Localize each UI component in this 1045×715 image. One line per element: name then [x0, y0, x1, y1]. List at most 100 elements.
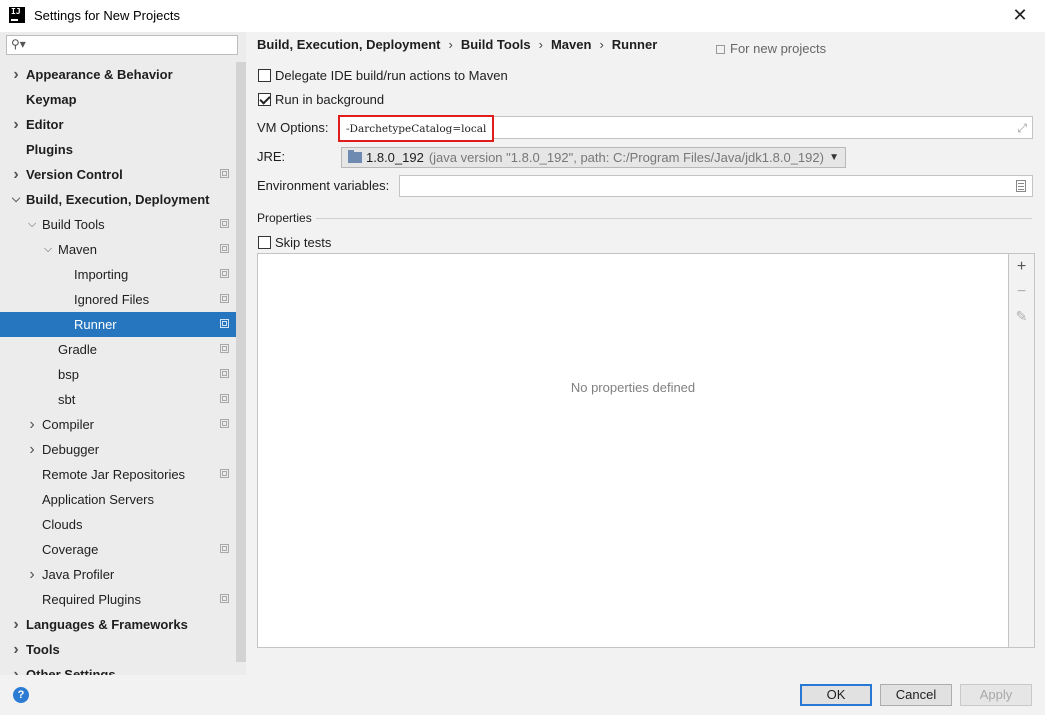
- jre-detail: (java version "1.8.0_192", path: C:/Prog…: [428, 150, 824, 165]
- properties-section-title: Properties: [257, 211, 312, 225]
- add-icon[interactable]: +: [1009, 258, 1034, 276]
- sidebar-item-editor[interactable]: › Editor: [0, 112, 236, 137]
- apply-button[interactable]: Apply: [960, 684, 1032, 706]
- document-icon[interactable]: [1016, 180, 1026, 192]
- chevron-right-icon[interactable]: ›: [10, 162, 22, 187]
- sidebar-item-label: Appearance & Behavior: [26, 67, 173, 82]
- sidebar-item-runner[interactable]: Runner: [0, 312, 236, 337]
- sidebar-item-debugger[interactable]: › Debugger: [0, 437, 236, 462]
- sidebar-item-application-servers[interactable]: Application Servers: [0, 487, 236, 512]
- sidebar-item-java-profiler[interactable]: › Java Profiler: [0, 562, 236, 587]
- search-input[interactable]: ⚲▾: [6, 35, 238, 55]
- sidebar-item-label: Build, Execution, Deployment: [26, 192, 210, 207]
- sidebar-item-label: Gradle: [58, 342, 98, 357]
- sidebar-item-label: Tools: [26, 642, 60, 657]
- skip-tests-label: Skip tests: [275, 235, 332, 250]
- sidebar-item-maven[interactable]: ⌵ Maven: [0, 237, 236, 262]
- chevron-down-icon[interactable]: ⌵: [10, 187, 22, 212]
- sidebar-item-sbt[interactable]: sbt: [0, 387, 236, 412]
- sidebar-item-gradle[interactable]: Gradle: [0, 337, 236, 362]
- chevron-down-icon[interactable]: ⌵: [26, 212, 38, 237]
- chevron-right-icon[interactable]: ›: [10, 112, 22, 137]
- chevron-down-icon[interactable]: ⌵: [42, 237, 54, 262]
- chevron-right-icon[interactable]: ›: [26, 562, 38, 587]
- sidebar-item-label: Other Settings: [26, 667, 116, 675]
- sidebar-item-version-control[interactable]: › Version Control: [0, 162, 236, 187]
- chevron-right-icon[interactable]: ›: [10, 662, 22, 675]
- scope-note: For new projects: [716, 41, 826, 56]
- sidebar-item-clouds[interactable]: Clouds: [0, 512, 236, 537]
- env-vars-field[interactable]: [399, 175, 1033, 197]
- cancel-button[interactable]: Cancel: [880, 684, 952, 706]
- sidebar-item-label: Coverage: [42, 542, 99, 557]
- dialog-footer: ? OK Cancel Apply: [0, 675, 1045, 715]
- close-icon[interactable]: ✕: [1011, 5, 1029, 25]
- run-background-checkbox[interactable]: [258, 93, 271, 106]
- ok-button[interactable]: OK: [800, 684, 872, 706]
- chevron-right-icon[interactable]: ›: [10, 62, 22, 87]
- settings-panel: Build, Execution, Deployment › Build Tools…: [246, 32, 1045, 675]
- sidebar-item-label: Required Plugins: [42, 592, 142, 607]
- chevron-right-icon: ›: [448, 37, 453, 52]
- sidebar-item-languages-frameworks[interactable]: › Languages & Frameworks: [0, 612, 236, 637]
- sidebar-item-build-execution-deployment[interactable]: ⌵ Build, Execution, Deployment: [0, 187, 236, 212]
- chevron-right-icon[interactable]: ›: [10, 612, 22, 637]
- folder-icon: [348, 150, 362, 163]
- project-settings-icon: [220, 594, 229, 603]
- title-bar: IJ Settings for New Projects ✕: [0, 0, 1045, 32]
- sidebar-item-bsp[interactable]: bsp: [0, 362, 236, 387]
- intellij-logo-icon: IJ: [9, 7, 25, 23]
- skip-tests-checkbox[interactable]: [258, 236, 271, 249]
- sidebar-item-label: Debugger: [42, 442, 100, 457]
- project-settings-icon: [220, 219, 229, 228]
- sidebar-item-ignored-files[interactable]: Ignored Files: [0, 287, 236, 312]
- sidebar-item-remote-jar-repositories[interactable]: Remote Jar Repositories: [0, 462, 236, 487]
- sidebar-item-label: Keymap: [26, 92, 77, 107]
- sidebar-item-build-tools[interactable]: ⌵ Build Tools: [0, 212, 236, 237]
- edit-pencil-icon[interactable]: ✎: [1009, 308, 1034, 325]
- sidebar-item-other-settings[interactable]: › Other Settings: [0, 662, 236, 675]
- sidebar-item-coverage[interactable]: Coverage: [0, 537, 236, 562]
- properties-toolbar: + − ✎: [1009, 253, 1035, 648]
- sidebar-item-label: Editor: [26, 117, 64, 132]
- sidebar-item-keymap[interactable]: Keymap: [0, 87, 236, 112]
- sidebar-item-compiler[interactable]: › Compiler: [0, 412, 236, 437]
- sidebar-item-tools[interactable]: › Tools: [0, 637, 236, 662]
- chevron-right-icon[interactable]: ›: [26, 437, 38, 462]
- chevron-right-icon: ›: [599, 37, 604, 52]
- breadcrumb-item: Build Tools: [460, 37, 531, 52]
- jre-dropdown[interactable]: 1.8.0_192 (java version "1.8.0_192", path…: [341, 147, 846, 168]
- sidebar-item-label: Java Profiler: [42, 567, 115, 582]
- project-settings-icon: [220, 269, 229, 278]
- sidebar-item-label: Plugins: [26, 142, 73, 157]
- env-vars-label: Environment variables:: [257, 178, 390, 193]
- properties-table[interactable]: No properties defined: [257, 253, 1009, 648]
- project-settings-icon: [220, 469, 229, 478]
- vm-options-label: VM Options:: [257, 120, 329, 135]
- sidebar-item-plugins[interactable]: Plugins: [0, 137, 236, 162]
- chevron-right-icon[interactable]: ›: [10, 637, 22, 662]
- chevron-right-icon[interactable]: ›: [26, 412, 38, 437]
- sidebar-scrollbar[interactable]: [236, 62, 246, 662]
- window-title: Settings for New Projects: [34, 8, 180, 23]
- breadcrumb-item: Maven: [550, 37, 592, 52]
- delegate-checkbox-row[interactable]: Delegate IDE build/run actions to Maven: [258, 66, 508, 86]
- vm-options-field[interactable]: -DarchetypeCatalog=local ⤢: [338, 115, 1033, 142]
- project-settings-icon: [220, 344, 229, 353]
- chevron-down-icon: ▼: [829, 152, 839, 163]
- sidebar-item-label: sbt: [58, 392, 76, 407]
- delegate-checkbox[interactable]: [258, 69, 271, 82]
- sidebar-item-appearance-behavior[interactable]: › Appearance & Behavior: [0, 62, 236, 87]
- expand-icon[interactable]: ⤢: [1017, 121, 1027, 136]
- skip-tests-checkbox-row[interactable]: Skip tests: [258, 233, 331, 253]
- help-icon[interactable]: ?: [13, 687, 29, 703]
- sidebar-item-label: Version Control: [26, 167, 123, 182]
- run-background-checkbox-row[interactable]: Run in background: [258, 90, 384, 110]
- remove-icon[interactable]: −: [1009, 283, 1034, 301]
- project-settings-icon: [220, 544, 229, 553]
- settings-sidebar: ⚲▾ › Appearance & Behavior Keymap › Editor Pl…: [0, 32, 246, 675]
- search-icon: ⚲▾: [11, 37, 26, 51]
- sidebar-item-required-plugins[interactable]: Required Plugins: [0, 587, 236, 612]
- sidebar-item-importing[interactable]: Importing: [0, 262, 236, 287]
- sidebar-item-label: Application Servers: [42, 492, 154, 507]
